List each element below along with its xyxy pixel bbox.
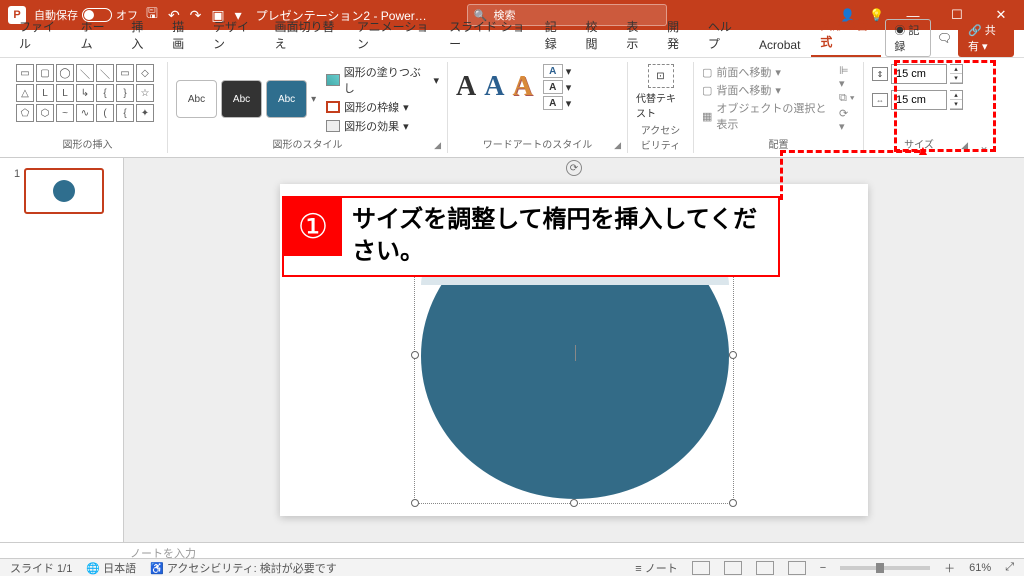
tab-slideshow[interactable]: スライド ショー	[440, 13, 534, 57]
group-size: ⇕ ▴▾ ⇔ ▴▾ サイズ◢	[864, 62, 974, 153]
notes-toggle[interactable]: ≡ ノート	[635, 560, 677, 576]
tab-draw[interactable]: 描画	[163, 13, 202, 57]
tab-transitions[interactable]: 画面切り替え	[266, 13, 346, 57]
width-icon: ⇔	[872, 93, 888, 107]
dialog-launcher-icon[interactable]: ◢	[961, 140, 968, 151]
spin-up-icon[interactable]: ▴	[950, 65, 962, 74]
group-shape-styles: Abc Abc Abc ▾ 図形の塗りつぶし ▾ 図形の枠線 ▾ 図形の効果 ▾…	[168, 62, 448, 153]
resize-handle[interactable]	[570, 499, 578, 507]
text-cursor	[575, 345, 576, 361]
tab-view[interactable]: 表示	[617, 13, 656, 57]
spin-up-icon[interactable]: ▴	[950, 91, 962, 100]
group-label-styles: 図形のスタイル◢	[176, 136, 439, 151]
bring-forward-button[interactable]: ▢ 前面へ移動 ▾	[702, 64, 831, 80]
annotation-arrowhead-icon: ▲	[916, 142, 930, 158]
group-label-arrange: 配置	[702, 136, 855, 151]
alt-text-icon: ⊡	[648, 64, 674, 88]
group-wordart: AAA A▾ A▾ A▾ ワードアートのスタイル◢	[448, 62, 628, 153]
wordart-gallery[interactable]: AAA	[456, 71, 533, 103]
dialog-launcher-icon[interactable]: ◢	[614, 140, 621, 151]
zoom-in-button[interactable]: ＋	[944, 560, 955, 576]
group-insert-shapes: ▭▢◯＼＼▭◇ △LL↳{}☆ ⬠⬡~∿({✦ 図形の挿入	[8, 62, 168, 153]
notes-pane[interactable]: ノートを入力	[0, 542, 1024, 558]
resize-handle[interactable]	[411, 499, 419, 507]
shape-fill-button[interactable]: 図形の塗りつぶし ▾	[326, 64, 439, 96]
callout-text: サイズを調整して楕円を挿入してください。	[342, 198, 778, 275]
send-backward-button[interactable]: ▢ 背面へ移動 ▾	[702, 82, 831, 98]
style-gallery-more-icon[interactable]: ▾	[311, 94, 316, 105]
tab-record[interactable]: 記録	[536, 13, 575, 57]
thumb-shape-icon	[53, 180, 75, 202]
view-reading-button[interactable]	[756, 561, 774, 575]
slide-thumbnail-1[interactable]	[24, 168, 104, 214]
group-label-wordart: ワードアートのスタイル◢	[456, 136, 619, 151]
notes-placeholder: ノートを入力	[130, 548, 196, 560]
tab-design[interactable]: デザイン	[204, 13, 264, 57]
ribbon: ▭▢◯＼＼▭◇ △LL↳{}☆ ⬠⬡~∿({✦ 図形の挿入 Abc Abc Ab…	[0, 58, 1024, 158]
rotate-button[interactable]: ⟳ ▾	[839, 107, 855, 133]
resize-handle[interactable]	[729, 499, 737, 507]
status-accessibility[interactable]: ♿ アクセシビリティ: 検討が必要です	[150, 560, 337, 576]
view-slideshow-button[interactable]	[788, 561, 806, 575]
height-icon: ⇕	[872, 67, 888, 81]
selection-pane-button[interactable]: ▦ オブジェクトの選択と表示	[702, 100, 831, 132]
view-sorter-button[interactable]	[724, 561, 742, 575]
tab-help[interactable]: ヘルプ	[699, 13, 748, 57]
shape-height-input[interactable]	[891, 64, 947, 84]
spin-down-icon[interactable]: ▾	[950, 74, 962, 83]
effects-icon	[326, 120, 340, 132]
slide-thumbnails-pane[interactable]: 1	[0, 158, 124, 542]
shapes-gallery[interactable]: ▭▢◯＼＼▭◇ △LL↳{}☆ ⬠⬡~∿({✦	[16, 64, 159, 122]
style-preset-2[interactable]: Abc	[221, 80, 262, 118]
text-effects-button[interactable]: A▾	[543, 96, 572, 110]
resize-handle[interactable]	[411, 351, 419, 359]
resize-handle[interactable]	[729, 351, 737, 359]
group-label-insert: 図形の挿入	[16, 136, 159, 151]
shape-effects-button[interactable]: 図形の効果 ▾	[326, 118, 439, 134]
tab-review[interactable]: 校閲	[577, 13, 616, 57]
group-button[interactable]: ⧉ ▾	[839, 92, 855, 105]
shape-outline-button[interactable]: 図形の枠線 ▾	[326, 99, 439, 115]
instruction-callout: ① サイズを調整して楕円を挿入してください。	[282, 196, 780, 277]
fill-icon	[326, 74, 340, 86]
record-button[interactable]: ◉ 記録	[885, 19, 930, 57]
text-outline-button[interactable]: A▾	[543, 80, 572, 94]
status-slide-count[interactable]: スライド 1/1	[10, 560, 72, 576]
shape-height-control[interactable]: ⇕ ▴▾	[872, 64, 966, 84]
callout-badge: ①	[284, 198, 342, 256]
tab-shape-format[interactable]: 図形の書式	[811, 11, 881, 57]
share-button[interactable]: 🔗 共有 ▾	[958, 19, 1014, 57]
text-fill-button[interactable]: A▾	[543, 64, 572, 78]
style-preset-1[interactable]: Abc	[176, 80, 217, 118]
thumb-number: 1	[14, 168, 20, 180]
ribbon-collapse-icon[interactable]: ⌄	[979, 139, 989, 153]
shape-width-input[interactable]	[891, 90, 947, 110]
tab-file[interactable]: ファイル	[10, 13, 70, 57]
ribbon-tabs: ファイル ホーム 挿入 描画 デザイン 画面切り替え アニメーション スライド …	[0, 30, 1024, 58]
tab-insert[interactable]: 挿入	[122, 13, 161, 57]
toggle-icon[interactable]	[82, 8, 112, 22]
align-button[interactable]: ⊫ ▾	[839, 64, 855, 90]
spin-down-icon[interactable]: ▾	[950, 100, 962, 109]
zoom-out-button[interactable]: −	[820, 562, 826, 574]
group-label-a11y: アクセシビリティ	[636, 122, 685, 152]
status-language[interactable]: 🌐 日本語	[86, 560, 136, 576]
group-arrange: ▢ 前面へ移動 ▾ ▢ 背面へ移動 ▾ ▦ オブジェクトの選択と表示 ⊫ ▾ ⧉…	[694, 62, 864, 153]
view-normal-button[interactable]	[692, 561, 710, 575]
dialog-launcher-icon[interactable]: ◢	[434, 140, 441, 151]
status-bar: スライド 1/1 🌐 日本語 ♿ アクセシビリティ: 検討が必要です ≡ ノート…	[0, 558, 1024, 576]
tab-acrobat[interactable]: Acrobat	[750, 33, 809, 57]
tab-animations[interactable]: アニメーション	[348, 13, 438, 57]
rotation-handle[interactable]: ⟳	[566, 160, 582, 176]
style-preset-3[interactable]: Abc	[266, 80, 307, 118]
alt-text-button[interactable]: ⊡ 代替テキスト	[636, 64, 685, 120]
tab-developer[interactable]: 開発	[658, 13, 697, 57]
zoom-slider[interactable]	[840, 566, 930, 570]
comments-icon[interactable]: 🗨	[937, 31, 952, 45]
shape-width-control[interactable]: ⇔ ▴▾	[872, 90, 966, 110]
zoom-level[interactable]: 61%	[969, 562, 991, 574]
fit-to-window-button[interactable]: ⤢	[1005, 561, 1014, 574]
group-accessibility: ⊡ 代替テキスト アクセシビリティ	[628, 62, 694, 153]
outline-icon	[326, 101, 340, 113]
